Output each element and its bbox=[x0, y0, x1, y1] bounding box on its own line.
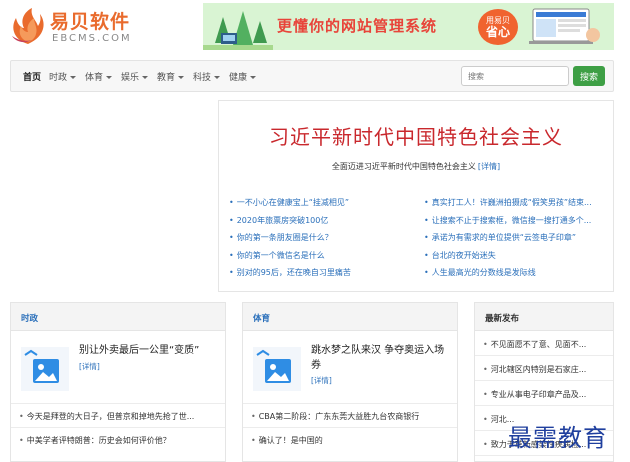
nav-item-home[interactable]: 首页 bbox=[23, 70, 41, 83]
list-item[interactable]: 你的第一条朋友圈是什么？ bbox=[229, 232, 419, 250]
nav-item-label: 时政 bbox=[49, 73, 68, 83]
search-input[interactable] bbox=[461, 66, 569, 86]
image-placeholder-icon bbox=[253, 347, 301, 391]
list-item[interactable]: 今天是拜登的大日子，但普京和掉地先抢了世... bbox=[11, 403, 225, 427]
list-item[interactable]: 确认了！是中国的 bbox=[243, 427, 457, 451]
feature-title[interactable]: 别让外卖最后一公里“变质” bbox=[79, 343, 219, 358]
nav-item-education[interactable]: 教育 bbox=[157, 70, 185, 83]
list-item[interactable]: 不见面愿不了意、见面不... bbox=[475, 331, 613, 356]
chevron-down-icon bbox=[214, 76, 221, 79]
nav-item-health[interactable]: 健康 bbox=[229, 70, 257, 83]
hero-more-link[interactable]: [详情] bbox=[478, 162, 500, 171]
politics-panel: 时政 别让外卖最后一公里“变质” [详情] 今天是拜登的大日子，但普京和掉地先抢… bbox=[10, 302, 226, 462]
list-item[interactable]: 专业从事电子印章产品及... bbox=[475, 381, 613, 406]
list-item[interactable]: 2020年旅票房突破100亿 bbox=[229, 215, 419, 233]
nav-item-entertainment[interactable]: 娱乐 bbox=[121, 70, 149, 83]
list-item[interactable]: 人生最高光的分数线是发际线 bbox=[424, 267, 606, 285]
panel-heading[interactable]: 时政 bbox=[11, 303, 225, 331]
nav-item-sports[interactable]: 体育 bbox=[85, 70, 113, 83]
main-nav: 首页 时政 体育 娱乐 教育 科技 健康 搜索 bbox=[10, 60, 614, 92]
nav-item-label: 健康 bbox=[229, 73, 248, 83]
nav-item-tech[interactable]: 科技 bbox=[193, 70, 221, 83]
feature-title[interactable]: 跳水梦之队来汉 争夺奥运入场券 bbox=[311, 343, 451, 373]
nav-item-politics[interactable]: 时政 bbox=[49, 70, 77, 83]
feature-more-link[interactable]: [详情] bbox=[79, 361, 100, 372]
politics-list: 今天是拜登的大日子，但普京和掉地先抢了世... 中美学者评特朗普：历史会如何评价… bbox=[11, 403, 225, 451]
page: 易贝软件 EBCMS.COM 更懂你的网站管理系统 用易贝 省心 首页 时政 体… bbox=[0, 0, 630, 462]
list-item[interactable]: 河北辖区内特别是石家庄... bbox=[475, 356, 613, 381]
trees-illustration-icon bbox=[203, 11, 273, 50]
nav-item-label: 体育 bbox=[85, 73, 104, 83]
list-item[interactable]: 让搜索不止于搜索框，微信搜一搜打通多个... bbox=[424, 215, 606, 233]
search-button[interactable]: 搜索 bbox=[573, 66, 605, 86]
nav-item-label: 教育 bbox=[157, 73, 176, 83]
logo-flame-icon bbox=[12, 8, 44, 44]
hero-links-right: 真实打工人！许巍洲拍摄成“假笑男孩”结束... 让搜索不止于搜索框，微信搜一搜打… bbox=[424, 197, 606, 285]
chevron-down-icon bbox=[142, 76, 149, 79]
banner-badge: 用易贝 省心 bbox=[478, 9, 518, 45]
panel-heading[interactable]: 体育 bbox=[243, 303, 457, 331]
laptop-screen-icon bbox=[529, 8, 600, 44]
sports-list: CBA第二阶段：广东东莞大益胜九台农商银行 确认了！是中国的 bbox=[243, 403, 457, 451]
list-item[interactable]: 一不小心在健康宝上“挂减相见” bbox=[229, 197, 419, 215]
hero-links-left: 一不小心在健康宝上“挂减相见” 2020年旅票房突破100亿 你的第一条朋友圈是… bbox=[229, 197, 419, 285]
hero-section: 习近平新时代中国特色社会主义 全面迈进习近平新时代中国特色社会主义[详情] 一不… bbox=[218, 100, 614, 292]
image-placeholder-icon bbox=[21, 347, 69, 391]
banner-badge-main: 省心 bbox=[485, 25, 510, 39]
site-logo[interactable]: 易贝软件 EBCMS.COM bbox=[8, 4, 158, 48]
hero-subtitle-text: 全面迈进习近平新时代中国特色社会主义 bbox=[331, 162, 476, 171]
list-item[interactable]: 承诺为有需求的单位提供“云签电子印章” bbox=[424, 232, 606, 250]
chevron-down-icon bbox=[178, 76, 185, 79]
chevron-down-icon bbox=[106, 76, 113, 79]
list-item[interactable]: 别对的95后，还在晚自习里痛苦 bbox=[229, 267, 419, 285]
logo-subtitle: EBCMS.COM bbox=[52, 33, 132, 44]
list-item[interactable]: 真实打工人！许巍洲拍摄成“假笑男孩”结束... bbox=[424, 197, 606, 215]
banner-ad[interactable]: 更懂你的网站管理系统 用易贝 省心 bbox=[203, 3, 614, 50]
hero-subtitle: 全面迈进习近平新时代中国特色社会主义 [详情] bbox=[219, 161, 613, 172]
list-item[interactable]: 中美学者评特朗普：历史会如何评价他？ bbox=[11, 427, 225, 451]
chevron-down-icon bbox=[70, 76, 77, 79]
hero-title[interactable]: 习近平新时代中国特色社会主义 bbox=[219, 121, 613, 150]
logo-title: 易贝软件 bbox=[50, 11, 131, 33]
feature-more-link[interactable]: [详情] bbox=[311, 375, 332, 386]
banner-slogan: 更懂你的网站管理系统 bbox=[277, 17, 438, 35]
chevron-down-icon bbox=[250, 76, 257, 79]
sports-panel: 体育 跳水梦之队来汉 争夺奥运入场券 [详情] CBA第二阶段：广东东莞大益胜九… bbox=[242, 302, 458, 462]
nav-item-label: 首页 bbox=[23, 73, 42, 83]
nav-item-label: 科技 bbox=[193, 73, 212, 83]
panel-heading: 最新发布 bbox=[475, 303, 613, 331]
list-item[interactable]: 台北的夜开始迷失 bbox=[424, 250, 606, 268]
list-item[interactable]: 你的第一个微信名是什么 bbox=[229, 250, 419, 268]
watermark: 最需教育 bbox=[508, 424, 608, 452]
nav-item-label: 娱乐 bbox=[121, 73, 140, 83]
list-item[interactable]: CBA第二阶段：广东东莞大益胜九台农商银行 bbox=[243, 403, 457, 427]
